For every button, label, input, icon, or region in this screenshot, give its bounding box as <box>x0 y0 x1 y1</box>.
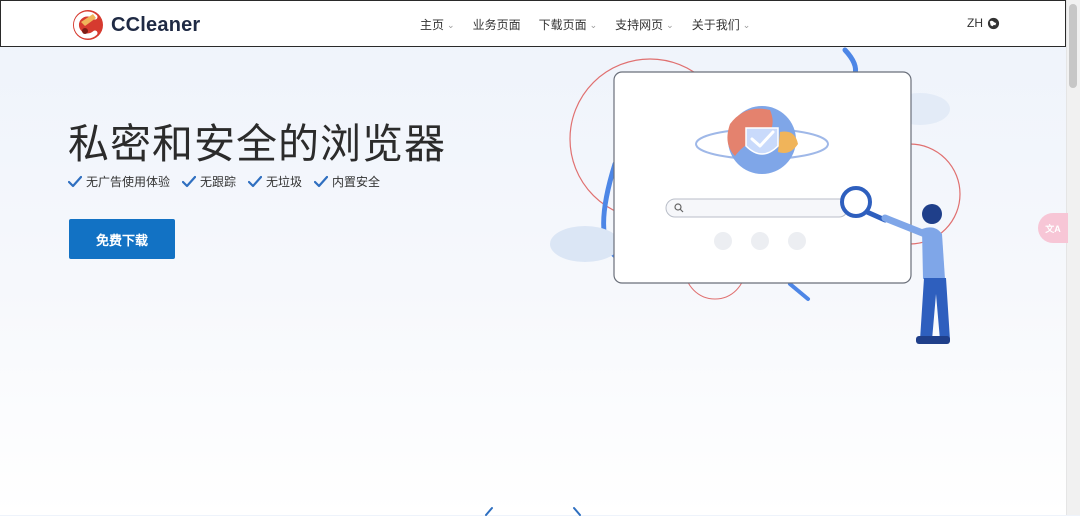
placeholder-dot <box>751 232 769 250</box>
translate-icon[interactable]: 文A <box>1038 213 1068 243</box>
brand-name: CCleaner <box>111 13 201 36</box>
nav-item-label: 关于我们 <box>691 17 740 32</box>
chevron-down-icon: ⌄ <box>666 19 674 30</box>
brand-logo[interactable]: CCleaner <box>71 8 200 42</box>
scrollbar-thumb[interactable] <box>1069 4 1077 88</box>
free-download-button[interactable]: 免费下载 <box>69 219 175 259</box>
feature-item: 无垃圾 <box>248 173 302 190</box>
checkmark-icon <box>248 175 263 187</box>
checkmark-icon <box>314 175 329 187</box>
nav-item-label: 主页 <box>420 17 445 32</box>
hero-title: 私密和安全的浏览器 <box>68 120 446 168</box>
feature-list: 无广告使用体验 无跟踪 无垃圾 内置安全 <box>68 173 380 190</box>
nav-item-business[interactable]: 业务页面 <box>464 16 530 33</box>
checkmark-icon <box>68 175 82 187</box>
cloud-icon <box>550 226 620 262</box>
site-header: CCleaner 主页 ⌄ 业务页面 下载页面 ⌄ 支持网页 ⌄ 关于我们 ⌄ … <box>0 0 1066 47</box>
illustration-search-bar <box>665 198 849 218</box>
nav-item-about[interactable]: 关于我们 ⌄ <box>683 16 760 33</box>
ccleaner-logo-icon <box>73 10 103 40</box>
chevron-down-icon: ⌄ <box>589 19 598 30</box>
checkmark-icon <box>182 175 197 187</box>
person-head <box>922 204 942 224</box>
feature-item: 无广告使用体验 <box>68 173 170 190</box>
placeholder-dot <box>714 232 732 250</box>
feature-label: 无垃圾 <box>266 175 303 189</box>
language-code: ZH <box>967 16 983 30</box>
person-legs <box>920 278 950 340</box>
feature-item: 内置安全 <box>314 173 380 190</box>
feature-label: 无广告使用体验 <box>86 175 171 189</box>
browser-security-illustration <box>550 47 961 344</box>
main-nav: 主页 ⌄ 业务页面 下载页面 ⌄ 支持网页 ⌄ 关于我们 ⌄ <box>411 1 759 47</box>
nav-item-home[interactable]: 主页 ⌄ <box>411 16 464 33</box>
language-switcher[interactable]: ZH <box>967 16 1000 30</box>
nav-item-label: 下载页面 <box>538 17 587 32</box>
chevron-down-icon: ⌄ <box>742 19 751 30</box>
feature-item: 无跟踪 <box>182 173 236 190</box>
nav-item-label: 支持网页 <box>615 17 664 32</box>
person-shoes <box>916 336 950 344</box>
nav-item-download[interactable]: 下载页面 ⌄ <box>530 16 607 33</box>
scroll-down-chevron-icon[interactable] <box>484 504 584 516</box>
chevron-down-icon: ⌄ <box>447 19 455 30</box>
nav-item-label: 业务页面 <box>472 17 521 32</box>
globe-icon <box>987 17 1000 29</box>
decor-line <box>788 282 810 301</box>
feature-label: 无跟踪 <box>200 175 237 189</box>
feature-label: 内置安全 <box>332 175 381 189</box>
nav-item-support[interactable]: 支持网页 ⌄ <box>606 16 683 33</box>
placeholder-dot <box>788 232 806 250</box>
decor-arc <box>842 47 858 77</box>
browser-window <box>613 71 912 284</box>
